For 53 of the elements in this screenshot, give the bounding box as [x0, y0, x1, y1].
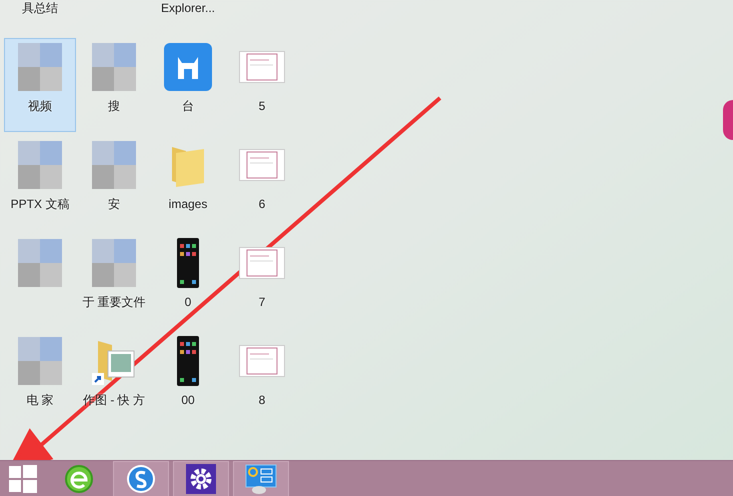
desktop-icon[interactable]: PPTX 文稿 — [4, 136, 76, 230]
icon-label: 台 — [181, 99, 195, 114]
icon-label: 具总结 — [21, 1, 59, 16]
icon-label: 电 家 — [25, 393, 55, 408]
desktop-icon[interactable]: 5 — [226, 38, 298, 132]
sogou-button[interactable] — [113, 460, 169, 496]
app-icon — [164, 43, 212, 91]
s-logo-icon — [126, 464, 156, 494]
wallpaper-shape — [723, 100, 733, 140]
desktop-icon[interactable]: 7 — [226, 234, 298, 328]
desktop-icon[interactable]: 搜 — [78, 38, 150, 132]
pixelated-icon — [18, 337, 62, 385]
desktop-icon[interactable]: 安 — [78, 136, 150, 230]
desktop-icon[interactable]: 8 — [226, 332, 298, 426]
pixelated-icon — [92, 43, 136, 91]
desktop-icon[interactable]: 6 — [226, 136, 298, 230]
icon-label: Explorer... — [160, 1, 216, 16]
phone-screenshot-icon — [177, 238, 199, 288]
desktop-icon[interactable]: 0 — [152, 234, 224, 328]
desktop-icon[interactable]: 台 — [152, 38, 224, 132]
icon-label: 于 重要文件 — [81, 295, 147, 310]
settings-icon — [186, 464, 216, 494]
settings-button[interactable] — [173, 460, 229, 496]
icon-label: 视频 — [27, 99, 53, 114]
pixelated-icon — [18, 141, 62, 189]
icon-label: 搜 — [107, 99, 121, 114]
document-thumbnail-icon — [239, 51, 285, 83]
desktop-icon[interactable]: 00 — [152, 332, 224, 426]
icon-label: 6 — [258, 197, 266, 212]
globe-e-icon — [64, 464, 94, 494]
pixelated-icon — [18, 43, 62, 91]
desktop-icon[interactable]: 电 家 — [4, 332, 76, 426]
desktop-icon[interactable]: images — [152, 136, 224, 230]
icon-label: 00 — [180, 393, 196, 408]
icon-label: PPTX 文稿 — [10, 197, 70, 212]
pixelated-icon — [92, 141, 136, 189]
icon-label: 7 — [258, 295, 266, 310]
windows-logo-icon — [8, 464, 36, 492]
desktop-icon[interactable]: 视频 — [4, 38, 76, 132]
pixelated-icon — [92, 239, 136, 287]
icon-label: 安 — [107, 197, 121, 212]
desktop-icon[interactable]: 于 重要文件 — [78, 234, 150, 328]
pixelated-icon — [18, 239, 62, 287]
phone-screenshot-icon — [177, 336, 199, 386]
control-panel-button[interactable] — [233, 460, 289, 496]
icon-label: 0 — [184, 295, 192, 310]
icon-label: images — [168, 197, 208, 212]
document-thumbnail-icon — [239, 345, 285, 377]
document-thumbnail-icon — [239, 149, 285, 181]
control-panel-icon — [245, 462, 277, 494]
icon-label: 8 — [258, 393, 266, 408]
icon-label: 5 — [258, 99, 266, 114]
document-thumbnail-icon — [239, 247, 285, 279]
